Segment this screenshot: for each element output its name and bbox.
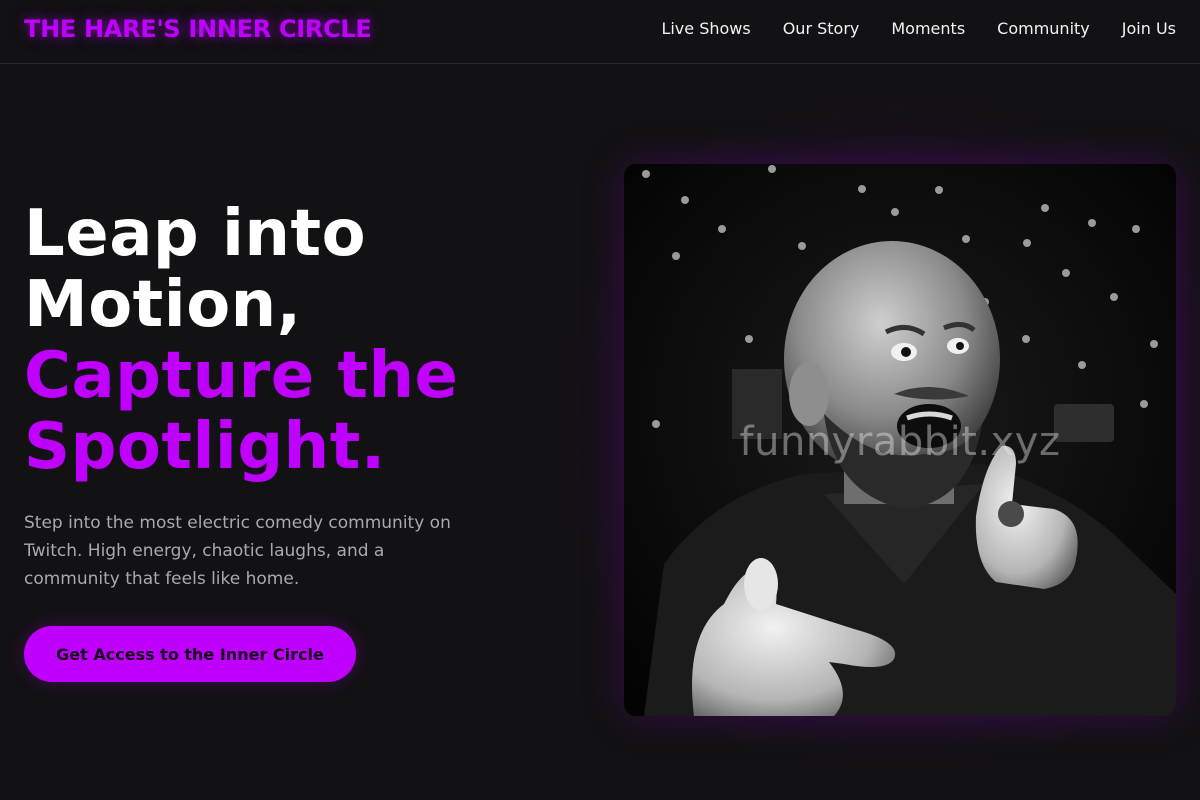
- hero-subtext: Step into the most electric comedy commu…: [24, 513, 451, 589]
- get-access-button[interactable]: Get Access to the Inner Circle: [24, 626, 356, 682]
- brand-logo[interactable]: THE HARE'S INNER CIRCLE: [24, 15, 372, 43]
- hero-section: Leap into Motion, Capture the Spotlight.…: [0, 65, 1200, 800]
- top-navbar: THE HARE'S INNER CIRCLE Live Shows Our S…: [0, 0, 1200, 64]
- nav-link-join-us[interactable]: Join Us: [1122, 19, 1176, 38]
- nav-link-community[interactable]: Community: [997, 19, 1090, 38]
- nav-link-our-story[interactable]: Our Story: [783, 19, 860, 38]
- headline-line-1: Leap into: [24, 197, 367, 271]
- headline-line-2: Motion,: [24, 268, 302, 342]
- nav-link-moments[interactable]: Moments: [891, 19, 965, 38]
- hero-headline: Leap into Motion, Capture the Spotlight.: [24, 199, 458, 483]
- headline-accent-line-1: Capture the: [24, 339, 459, 413]
- image-watermark: funnyrabbit.xyz: [739, 419, 1061, 465]
- hero-photo: funnyrabbit.xyz: [624, 164, 1176, 716]
- headline-accent-line-2: Spotlight.: [24, 410, 386, 484]
- nav-links: Live Shows Our Story Moments Community J…: [661, 19, 1176, 38]
- nav-link-live-shows[interactable]: Live Shows: [661, 19, 750, 38]
